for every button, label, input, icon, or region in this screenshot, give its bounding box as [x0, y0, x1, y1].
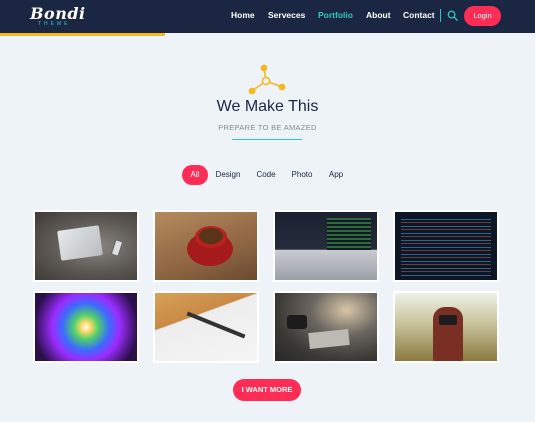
code-screen-photo [395, 212, 497, 280]
gallery-item-sketch[interactable] [153, 291, 259, 363]
filter-design[interactable]: Design [211, 165, 245, 185]
filter-app[interactable]: App [324, 165, 348, 185]
nav-divider [440, 9, 441, 22]
section-subtitle: PREPARE TO BE AMAZED [218, 123, 317, 132]
share-nodes-icon [248, 64, 286, 95]
search-icon[interactable] [447, 10, 458, 21]
nav-about[interactable]: About [366, 10, 391, 20]
camera-and-photos-photo [275, 293, 377, 361]
photographer-photo [395, 293, 497, 361]
gallery-item-coffee[interactable] [153, 210, 259, 282]
filter-all[interactable]: All [182, 165, 208, 185]
more-button[interactable]: I WANT MORE [233, 379, 301, 401]
nav-services[interactable]: Serveces [268, 10, 305, 20]
section-underline [232, 139, 302, 140]
nav-home[interactable]: Home [231, 10, 255, 20]
filter-photo[interactable]: Photo [287, 165, 317, 185]
gallery-item-laptop[interactable] [33, 210, 139, 282]
gallery-item-lights[interactable] [33, 291, 139, 363]
site-header: Bondi THEME Home Serveces Portfolio Abou… [0, 0, 535, 33]
gallery-item-photographer[interactable] [393, 291, 499, 363]
laptop-and-phone-photo [35, 212, 137, 280]
gallery-item-laptop-code[interactable] [273, 210, 379, 282]
colorful-lights-photo [35, 293, 137, 361]
laptop-code-photo [275, 212, 377, 280]
gallery-item-camera[interactable] [273, 291, 379, 363]
gallery-item-code-screen[interactable] [393, 210, 499, 282]
pen-and-sketch-photo [155, 293, 257, 361]
section-title: We Make This [216, 98, 319, 115]
header-accent-bar [0, 33, 165, 36]
login-button[interactable]: Login [464, 6, 501, 26]
coffee-cup-photo [155, 212, 257, 280]
filter-code[interactable]: Code [252, 165, 280, 185]
brand-logo[interactable]: Bondi THEME [30, 4, 90, 30]
brand-tagline: THEME [38, 21, 71, 27]
nav-contact[interactable]: Contact [403, 10, 435, 20]
nav-portfolio[interactable]: Portfolio [318, 10, 353, 20]
